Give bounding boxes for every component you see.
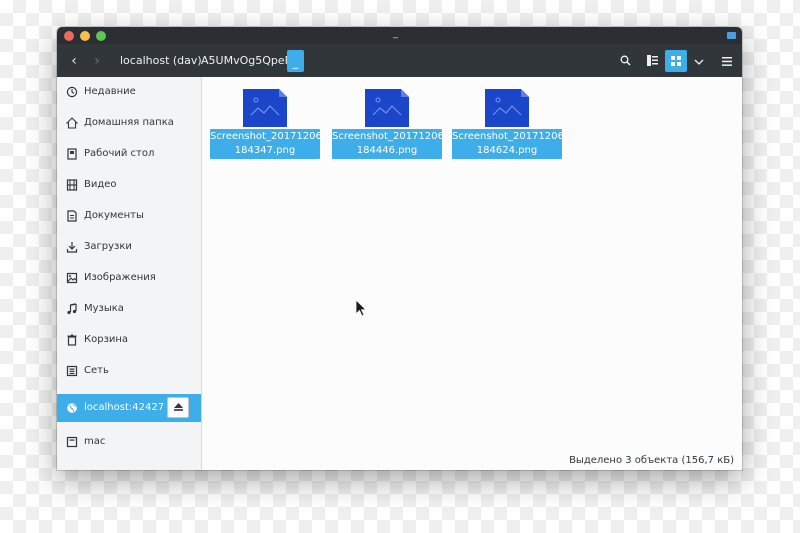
image-file-icon <box>365 89 409 127</box>
mouse-cursor-icon <box>356 300 367 317</box>
places-sidebar: Недавние Домашняя папка Рабочий стол Вид… <box>57 77 202 470</box>
sidebar-item-mount[interactable]: localhost:42427 <box>57 394 201 422</box>
minimize-window-button[interactable] <box>80 31 90 41</box>
sidebar-item-recent[interactable]: Недавние <box>57 80 201 106</box>
sidebar-item-label: Домашняя папка <box>84 117 174 128</box>
toolbar: ‹ › localhost (dav) A5UMvOg5QpeP _ <box>57 44 742 77</box>
sidebar-item-desktop[interactable]: Рабочий стол <box>57 142 201 168</box>
globe-icon <box>67 403 77 413</box>
recent-icon <box>66 86 78 98</box>
sidebar-item-images[interactable]: Изображения <box>57 266 201 292</box>
search-icon <box>620 55 631 66</box>
eject-button[interactable] <box>167 397 189 418</box>
video-icon <box>66 179 78 191</box>
main-menu-button[interactable] <box>716 50 738 72</box>
maximize-window-button[interactable] <box>96 31 106 41</box>
status-bar: Выделено 3 объекта (156,7 кБ) <box>202 450 742 470</box>
music-icon <box>67 303 77 315</box>
sidebar-item-video[interactable]: Видео <box>57 173 201 199</box>
file-manager-window: _ ‹ › localhost (dav) A5UMvOg5QpeP _ Нед… <box>57 27 742 470</box>
icons-view-button[interactable] <box>665 50 687 72</box>
chevron-right-icon: › <box>94 53 100 69</box>
file-item[interactable]: Screenshot_20171206_ 184446.png <box>332 89 449 159</box>
file-name-label: Screenshot_20171206_ 184624.png <box>452 129 569 159</box>
sidebar-item-home[interactable]: Домашняя папка <box>57 111 201 137</box>
hamburger-menu-icon <box>722 57 732 66</box>
file-name-label: Screenshot_20171206_ 184446.png <box>332 129 449 159</box>
sidebar-item-label: Изображения <box>84 272 156 283</box>
selection-status: Выделено 3 объекта (156,7 кБ) <box>569 455 734 466</box>
image-file-icon <box>243 89 287 127</box>
breadcrumb-item[interactable]: A5UMvOg5QpeP <box>201 54 291 67</box>
sidebar-item-label: Рабочий стол <box>84 148 155 159</box>
forward-button[interactable]: › <box>87 51 107 71</box>
sidebar-item-downloads[interactable]: Загрузки <box>57 235 201 261</box>
title-bar: _ <box>57 27 742 44</box>
search-button[interactable] <box>614 50 636 72</box>
back-button[interactable]: ‹ <box>64 51 84 71</box>
network-icon <box>66 365 78 377</box>
sidebar-item-documents[interactable]: Документы <box>57 204 201 230</box>
trash-icon <box>67 334 77 346</box>
view-options-button[interactable] <box>688 50 710 72</box>
home-icon <box>66 117 78 129</box>
breadcrumb-item[interactable]: localhost (dav) <box>120 54 202 67</box>
desktop-icon <box>67 148 77 160</box>
chevron-down-icon <box>694 59 704 65</box>
breadcrumb-current[interactable]: _ <box>287 50 304 72</box>
file-name-label: Screenshot_20171206_ 184347.png <box>210 129 327 159</box>
close-window-button[interactable] <box>64 31 74 41</box>
sidebar-item-drive[interactable]: mac <box>57 430 201 456</box>
downloads-icon <box>66 242 78 253</box>
file-view[interactable]: Screenshot_20171206_ 184347.png Screensh… <box>202 77 742 470</box>
app-badge-icon <box>727 32 736 39</box>
sidebar-item-music[interactable]: Музыка <box>57 297 201 323</box>
sidebar-item-network[interactable]: Сеть <box>57 359 201 385</box>
documents-icon <box>67 210 77 222</box>
sidebar-item-label: Загрузки <box>84 241 132 252</box>
details-view-icon <box>646 55 658 66</box>
sidebar-item-label: Сеть <box>84 365 109 376</box>
image-file-icon <box>485 89 529 127</box>
details-view-button[interactable] <box>641 50 663 72</box>
chevron-left-icon: ‹ <box>71 53 77 69</box>
sidebar-item-label: Видео <box>84 179 117 190</box>
sidebar-item-trash[interactable]: Корзина <box>57 328 201 354</box>
sidebar-item-label: Документы <box>84 210 144 221</box>
drive-icon <box>66 436 78 448</box>
sidebar-item-label: mac <box>84 436 106 447</box>
file-item[interactable]: Screenshot_20171206_ 184347.png <box>210 89 327 159</box>
images-icon <box>66 272 78 284</box>
window-title: _ <box>393 28 398 39</box>
file-item[interactable]: Screenshot_20171206_ 184624.png <box>452 89 569 159</box>
sidebar-item-label: Недавние <box>84 86 136 97</box>
sidebar-item-label: Корзина <box>84 334 129 345</box>
sidebar-item-label: Музыка <box>84 303 124 314</box>
eject-icon <box>173 403 183 411</box>
icons-view-icon <box>671 56 681 66</box>
sidebar-item-label: localhost:42427 <box>84 402 165 413</box>
